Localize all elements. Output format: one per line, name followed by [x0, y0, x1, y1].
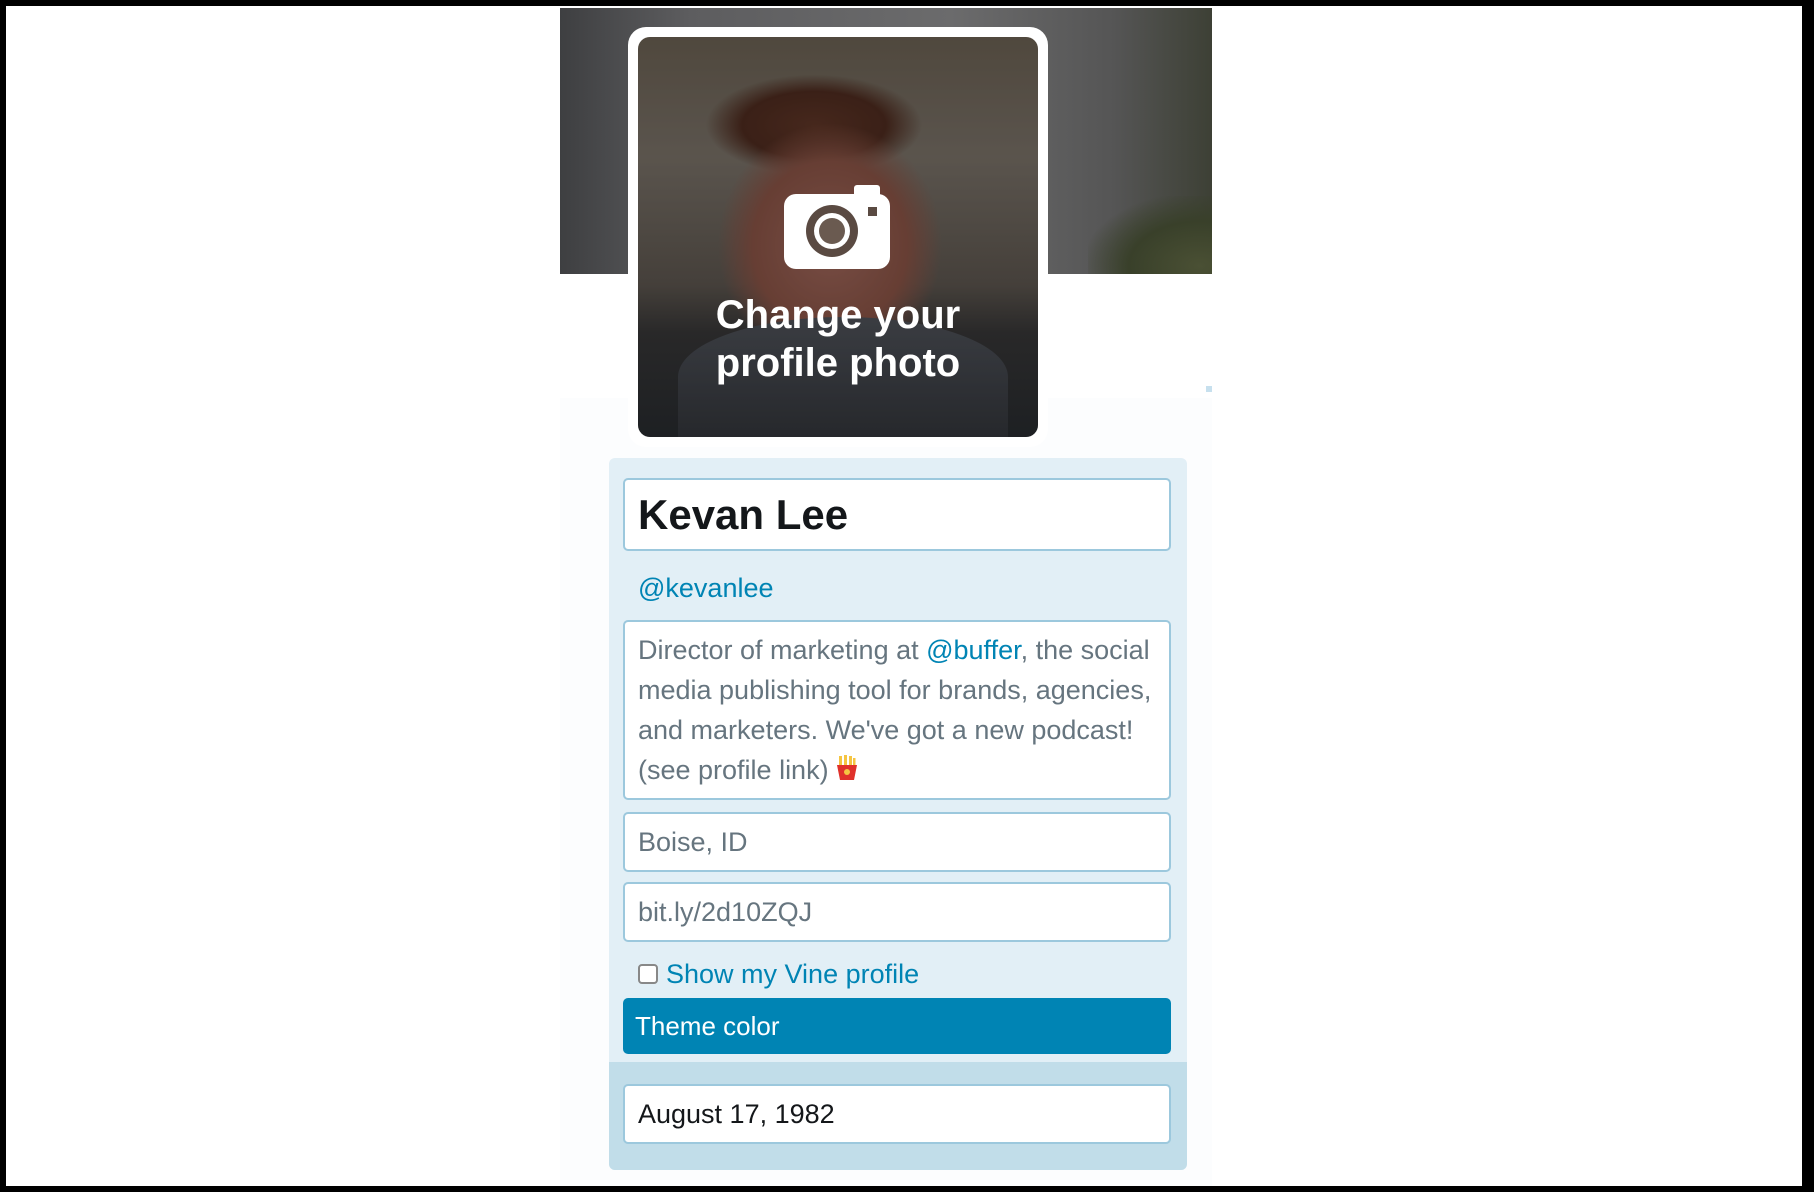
location-input[interactable]: Boise, ID	[623, 812, 1171, 872]
theme-color-button[interactable]: Theme color	[623, 998, 1171, 1054]
header-image-detail	[1088, 196, 1212, 274]
name-input[interactable]: Kevan Lee	[623, 478, 1171, 551]
edit-profile-panel: Kevan Lee @kevanlee Director of marketin…	[609, 458, 1187, 1170]
vine-checkbox[interactable]	[638, 964, 658, 984]
bio-mention-link[interactable]: @buffer	[926, 635, 1020, 665]
avatar[interactable]: Change your profile photo	[638, 37, 1038, 437]
profile-column: Change your profile photo Kevan Lee @kev…	[560, 8, 1212, 1192]
vine-option: Show my Vine profile	[638, 956, 919, 992]
username-handle[interactable]: @kevanlee	[638, 573, 774, 604]
vine-checkbox-label[interactable]: Show my Vine profile	[666, 959, 919, 990]
camera-icon[interactable]	[784, 185, 890, 269]
birthdate-input[interactable]: August 17, 1982	[623, 1084, 1171, 1144]
bio-textarea[interactable]: Director of marketing at @buffer, the so…	[623, 620, 1171, 800]
website-input[interactable]: bit.ly/2d10ZQJ	[623, 882, 1171, 942]
change-photo-label[interactable]: Change your profile photo	[638, 291, 1038, 387]
change-photo-label-line1: Change your	[715, 293, 961, 337]
avatar-frame: Change your profile photo	[628, 27, 1048, 447]
change-photo-label-line2: profile photo	[715, 341, 961, 385]
french-fries-emoji-icon	[837, 755, 858, 780]
decorative-dot	[1206, 386, 1212, 392]
bio-text-start: Director of marketing at	[638, 635, 927, 665]
